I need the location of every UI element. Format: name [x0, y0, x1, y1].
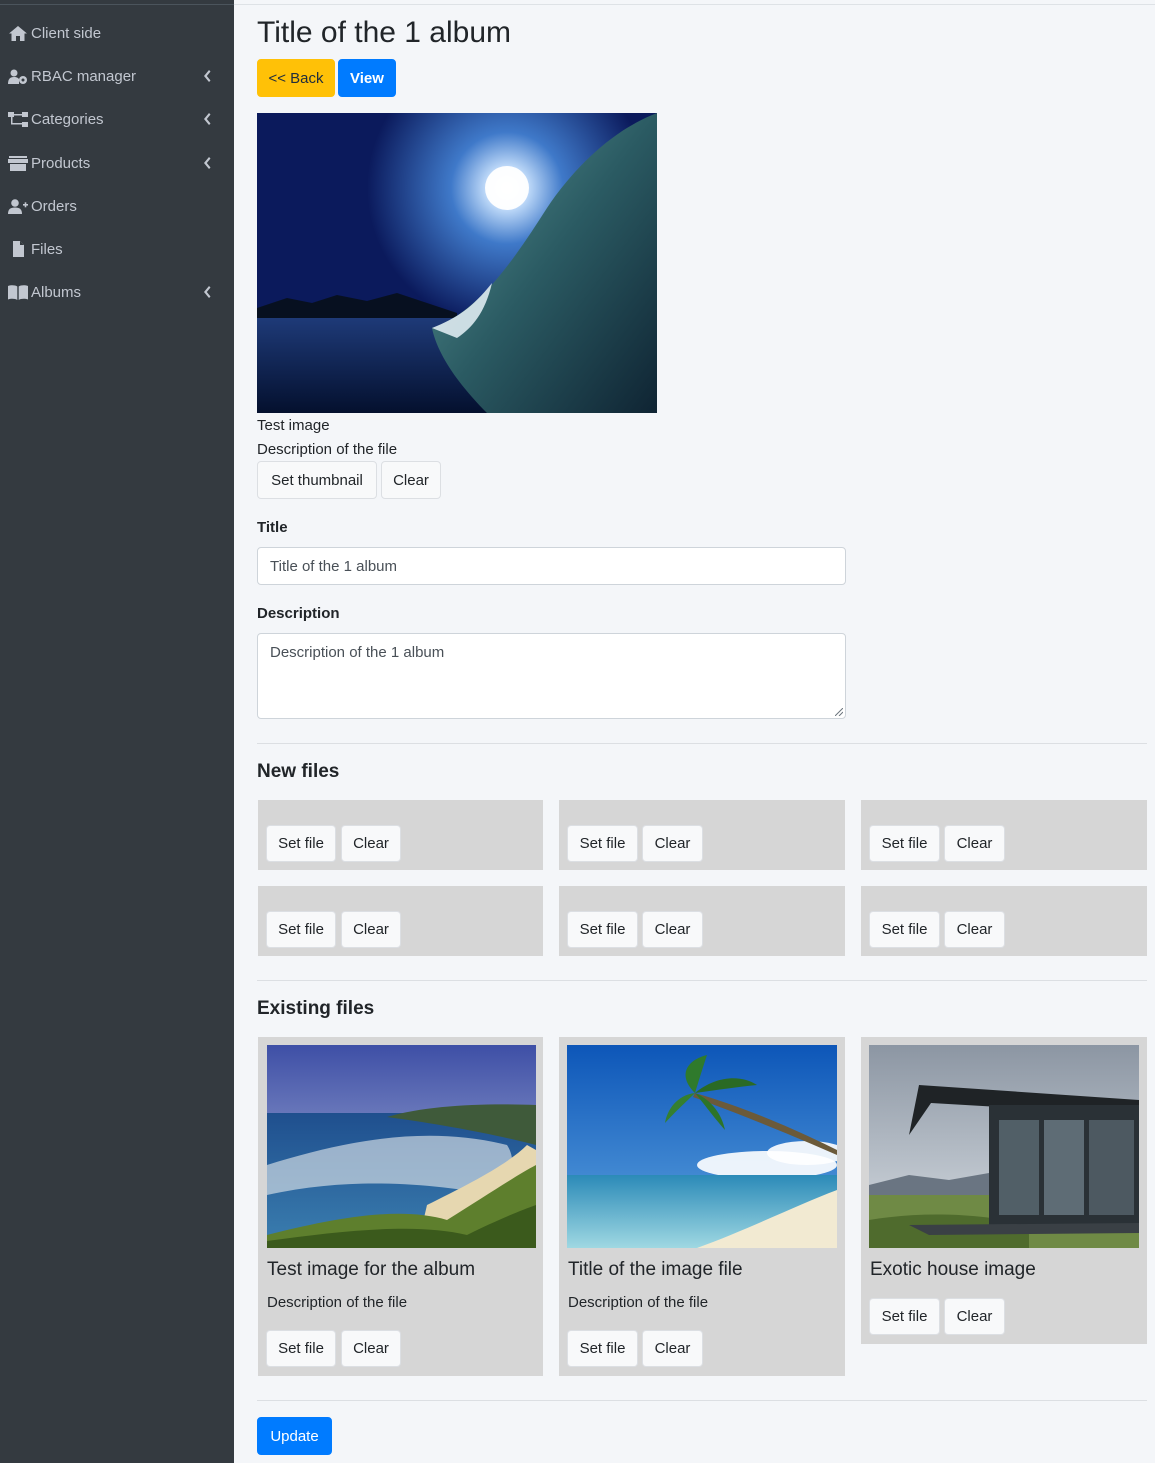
new-files-heading: New files: [257, 761, 340, 782]
sidebar-item-rbac-manager[interactable]: RBAC manager: [0, 58, 234, 94]
clear-file-button[interactable]: Clear: [944, 825, 1005, 862]
set-file-button[interactable]: Set file: [567, 825, 638, 862]
set-file-button[interactable]: Set file: [869, 911, 940, 948]
sidebar-item-label: Orders: [31, 197, 77, 215]
new-file-slot: Set file Clear: [559, 800, 845, 870]
back-button[interactable]: << Back: [257, 59, 335, 97]
sidebar-divider: [0, 4, 234, 5]
file-description: Description of the file: [267, 1294, 408, 1311]
sidebar-item-label: RBAC manager: [31, 67, 137, 85]
existing-file-card: Title of the image file Description of t…: [559, 1037, 845, 1376]
new-file-slot: Set file Clear: [258, 800, 543, 870]
users-cog-icon: [8, 68, 28, 84]
chevron-left-icon: [202, 285, 212, 299]
sidebar-item-label: Files: [31, 240, 63, 258]
clear-file-button[interactable]: Clear: [341, 911, 401, 948]
description-textarea[interactable]: Description of the 1 album: [257, 633, 846, 719]
sidebar-item-label: Products: [31, 154, 91, 172]
file-title: Test image for the album: [267, 1259, 476, 1280]
thumbnail-description: Description of the file: [257, 441, 398, 458]
divider: [257, 980, 1147, 981]
sidebar-item-products[interactable]: Products: [0, 145, 234, 181]
clear-file-button[interactable]: Clear: [944, 1298, 1005, 1335]
clear-thumbnail-button[interactable]: Clear: [381, 461, 441, 499]
clear-file-button[interactable]: Clear: [944, 911, 1005, 948]
file-title: Exotic house image: [870, 1259, 1036, 1280]
file-description: Description of the file: [568, 1294, 709, 1311]
clear-file-button[interactable]: Clear: [341, 825, 401, 862]
user-plus-icon: [8, 198, 28, 214]
chevron-left-icon: [202, 69, 212, 83]
set-file-button[interactable]: Set file: [266, 825, 336, 862]
file-thumbnail-image: [267, 1045, 536, 1248]
sidebar: Client side RBAC manager Categories Prod…: [0, 0, 234, 1463]
sidebar-item-files[interactable]: Files: [0, 231, 234, 267]
existing-file-card: Exotic house image Set file Clear: [861, 1037, 1147, 1344]
thumbnail-name: Test image: [257, 417, 330, 434]
new-file-slot: Set file Clear: [559, 886, 845, 956]
file-thumbnail-image: [567, 1045, 837, 1248]
new-file-slot: Set file Clear: [861, 886, 1147, 956]
divider: [257, 1400, 1147, 1401]
update-button[interactable]: Update: [257, 1417, 332, 1455]
header-divider: [234, 4, 1155, 5]
new-file-slot: Set file Clear: [258, 886, 543, 956]
chevron-left-icon: [202, 156, 212, 170]
new-file-slot: Set file Clear: [861, 800, 1147, 870]
clear-file-button[interactable]: Clear: [642, 825, 703, 862]
sitemap-icon: [8, 111, 28, 127]
page-title: Title of the 1 album: [257, 16, 512, 49]
sidebar-item-categories[interactable]: Categories: [0, 101, 234, 137]
sidebar-item-albums[interactable]: Albums: [0, 274, 234, 310]
set-file-button[interactable]: Set file: [266, 911, 336, 948]
clear-file-button[interactable]: Clear: [341, 1330, 401, 1367]
book-open-icon: [8, 284, 28, 300]
file-thumbnail-image: [869, 1045, 1139, 1248]
set-file-button[interactable]: Set file: [869, 1298, 940, 1335]
sidebar-item-label: Categories: [31, 110, 104, 128]
view-button[interactable]: View: [338, 59, 396, 97]
existing-files-heading: Existing files: [257, 998, 375, 1019]
title-label: Title: [257, 519, 288, 536]
store-icon: [8, 155, 28, 171]
sidebar-item-client-side[interactable]: Client side: [0, 15, 234, 51]
existing-file-card: Test image for the album Description of …: [258, 1037, 543, 1376]
title-input[interactable]: Title of the 1 album: [257, 547, 846, 585]
sidebar-item-label: Albums: [31, 283, 82, 301]
set-file-button[interactable]: Set file: [266, 1330, 336, 1367]
chevron-left-icon: [202, 112, 212, 126]
file-title: Title of the image file: [568, 1259, 743, 1280]
divider: [257, 743, 1147, 744]
clear-file-button[interactable]: Clear: [642, 911, 703, 948]
description-textarea-value: Description of the 1 album: [270, 644, 445, 661]
set-file-button[interactable]: Set file: [567, 1330, 638, 1367]
title-input-value: Title of the 1 album: [270, 557, 398, 575]
sidebar-item-label: Client side: [31, 24, 102, 42]
album-thumbnail-image: [257, 113, 657, 413]
description-label: Description: [257, 605, 340, 622]
resize-handle-icon[interactable]: [835, 708, 843, 716]
sidebar-item-orders[interactable]: Orders: [0, 188, 234, 224]
set-file-button[interactable]: Set file: [567, 911, 638, 948]
clear-file-button[interactable]: Clear: [642, 1330, 703, 1367]
set-file-button[interactable]: Set file: [869, 825, 940, 862]
file-icon: [8, 241, 28, 257]
home-icon: [8, 25, 28, 41]
set-thumbnail-button[interactable]: Set thumbnail: [257, 461, 377, 499]
